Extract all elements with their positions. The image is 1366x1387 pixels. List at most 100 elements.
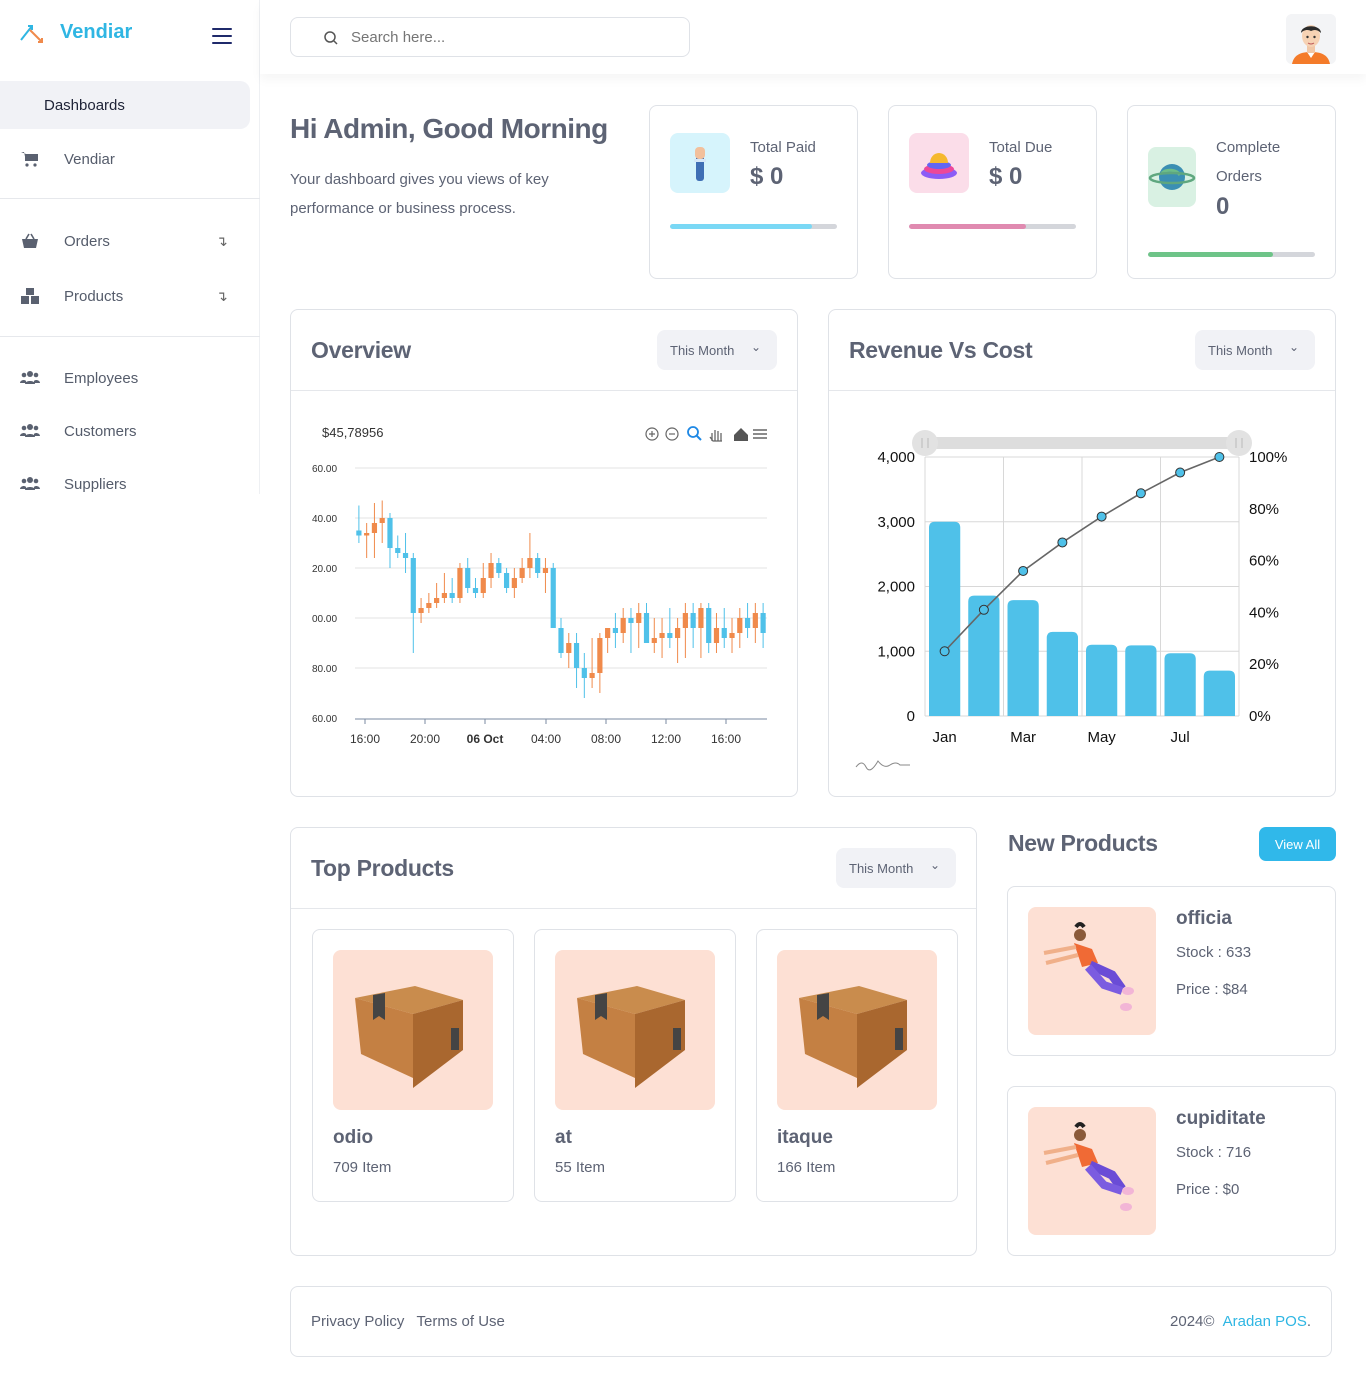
stat-label: Complete Orders [1216,139,1281,185]
candle [713,628,720,643]
candle [682,613,688,628]
candle [744,618,751,628]
logo-icon [20,25,43,43]
chevron-down-icon: ⌄ [1288,340,1299,354]
y2-tick-label: 20% [1249,656,1279,673]
candle [503,573,510,588]
candle [612,628,619,633]
progress-fill [1148,252,1274,257]
progress-bar [670,224,837,229]
candle [527,558,533,568]
menu-toggle-icon[interactable] [212,28,232,44]
candle [364,533,370,536]
sidebar-item-suppliers[interactable]: Suppliers [0,460,250,508]
home-icon[interactable] [734,428,748,441]
zoom-in-icon[interactable] [645,427,659,441]
bar [1046,631,1078,716]
sidebar-item-dashboards[interactable]: Dashboards [0,81,250,129]
dropdown-value: This Month [670,342,735,358]
revenue-chart: 0 1,000 2,000 3,000 4,000 0% 20% 40% 60% 80% 100% J… [855,430,1287,771]
brand-name: Vendiar [60,20,133,43]
candle [721,628,727,638]
selection-zoom-icon[interactable] [687,426,702,441]
product-card[interactable]: odio 709 Item [312,929,514,1202]
candle [706,608,712,643]
bar [1125,645,1157,716]
candle [395,548,401,553]
footer: Privacy Policy Terms of Use 2024© Aradan… [290,1286,1332,1357]
range-slider-track[interactable] [925,437,1239,449]
line-point [978,604,989,615]
search-box[interactable] [290,17,690,57]
candle [410,558,416,613]
card-title: Overview [311,337,411,363]
y-tick-label: 60.00 [312,714,337,725]
stat-value: $ 0 [989,163,1023,190]
view-all-button[interactable]: View All [1259,827,1336,861]
sidebar-item-customers[interactable]: Customers [0,407,250,455]
period-dropdown[interactable]: This Month ⌄ [1195,330,1315,370]
x-tick-label: 20:00 [410,732,440,746]
candle [402,553,409,558]
candle [371,523,378,533]
sidebar-item-vendiar[interactable]: Vendiar [0,135,250,183]
sidebar-item-orders[interactable]: Orders ↴ [0,217,250,265]
pan-icon[interactable] [709,430,722,442]
product-image [333,950,493,1110]
candle [465,568,471,588]
y2-tick-label: 0% [1249,708,1271,725]
new-product-card[interactable]: officia Stock : 633 Price : $84 [1007,886,1336,1056]
candlestick-chart: $45,78956 60.00 40.00 20.00 00.00 80.00 60.00… [312,425,767,746]
zoom-out-icon[interactable] [665,427,679,441]
privacy-policy-link[interactable]: Privacy Policy [311,1313,404,1330]
avatar[interactable] [1286,14,1336,64]
product-card[interactable]: at 55 Item [534,929,736,1202]
menu-icon[interactable] [753,429,767,439]
candle [472,588,479,593]
candle [605,628,611,638]
basket-icon [22,233,38,248]
y-tick-label: 60.00 [312,464,337,475]
candle [628,618,634,623]
terms-link[interactable]: Terms of Use [417,1313,505,1330]
period-dropdown[interactable]: This Month ⌄ [657,330,777,370]
progress-bar [1148,252,1315,257]
candle [542,568,549,573]
candle [597,638,603,673]
product-price: Price : $0 [1176,1181,1240,1198]
sidebar-item-employees[interactable]: Employees [0,354,250,402]
bar [1007,600,1039,716]
candle [729,633,735,638]
candle [441,593,447,598]
brand[interactable]: Vendiar [18,18,132,46]
sidebar-item-products[interactable]: Products ↴ [0,272,250,320]
x-tick-label: 16:00 [350,732,380,746]
search-input[interactable] [351,28,651,46]
y-tick-label: 20.00 [312,564,337,575]
users-icon [20,477,40,490]
y-tick-label: 2,000 [877,579,915,596]
chevron-down-icon: ⌄ [929,858,940,872]
stat-label: Total Paid [750,139,816,156]
card-header: Top Products This Month ⌄ [291,828,976,909]
line-point [1175,467,1186,478]
company-link[interactable]: Aradan POS [1223,1313,1307,1330]
bar [929,521,961,716]
candle [737,618,743,633]
product-name: at [555,1127,572,1148]
x-tick-label: 12:00 [651,732,681,746]
sidebar-item-label: Vendiar [64,150,115,168]
range-slider-handle-left[interactable] [912,430,938,456]
x-tick-label: 04:00 [531,732,561,746]
candle [434,598,440,603]
line-point [1135,488,1146,499]
candle [480,578,486,593]
candle [457,568,463,598]
new-product-card[interactable]: cupiditate Stock : 716 Price : $0 [1007,1086,1336,1256]
copyright-period: . [1306,1313,1311,1330]
candle [659,633,665,638]
period-dropdown[interactable]: This Month ⌄ [836,848,956,888]
sidebar-item-label: Dashboards [44,96,125,114]
product-card[interactable]: itaque 166 Item [756,929,958,1202]
stat-card-total-due: Total Due $ 0 [888,105,1097,279]
